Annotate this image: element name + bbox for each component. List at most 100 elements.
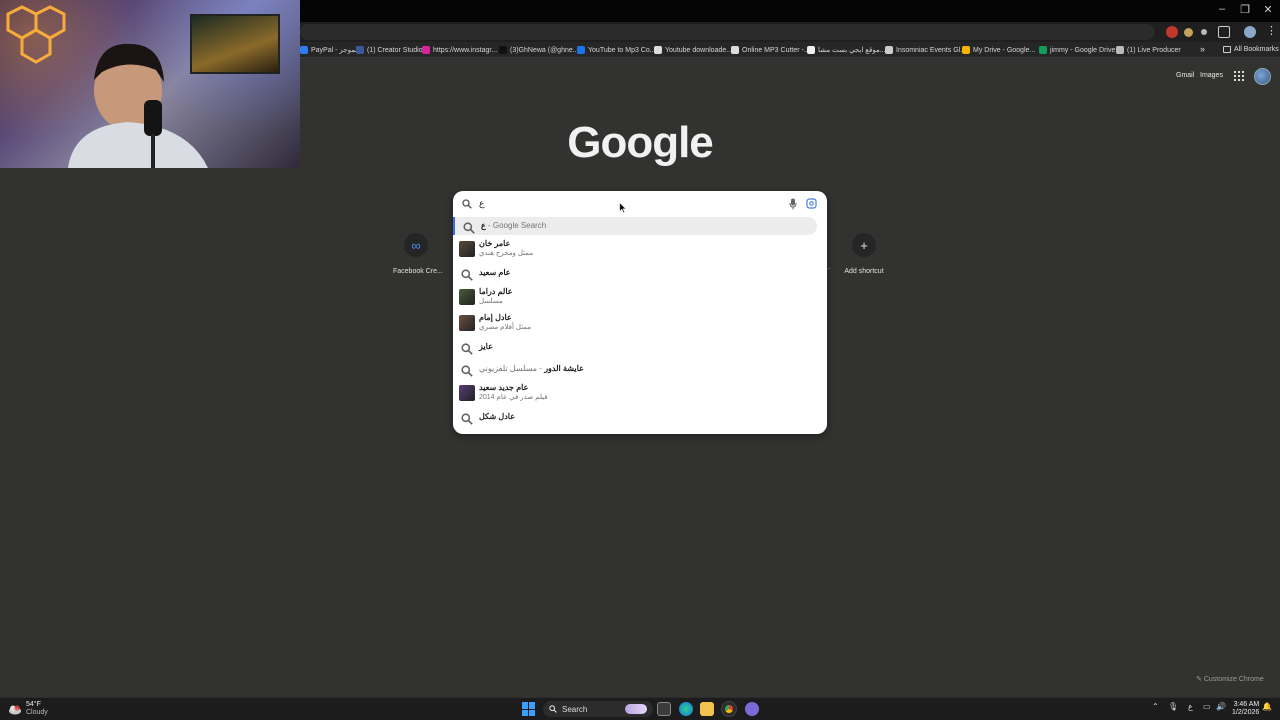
suggestion-descriptor: - مسلسل تلفزيوني xyxy=(479,364,545,373)
search-icon xyxy=(461,268,473,281)
discord-icon[interactable] xyxy=(745,702,759,716)
bookmark-item[interactable]: YouTube to Mp3 Co... xyxy=(577,44,656,56)
suggestion-title: عام جديد سعيد xyxy=(479,383,529,392)
volume-icon[interactable]: 🔊 xyxy=(1216,702,1226,711)
notification-bell-icon[interactable]: 🔔 xyxy=(1262,702,1272,711)
all-bookmarks-label: All Bookmarks xyxy=(1234,46,1279,53)
search-icon xyxy=(549,705,557,713)
extension-red-icon[interactable] xyxy=(1166,26,1178,38)
clock-date: 1/2/2026 xyxy=(1232,709,1260,716)
bookmark-favicon-icon xyxy=(577,46,585,54)
restore-button[interactable]: ❐ xyxy=(1234,3,1256,16)
bookmark-label: https://www.instagr... xyxy=(433,46,498,54)
extension-icon[interactable] xyxy=(1184,28,1193,37)
suggestion-item[interactable]: عامر خان ممثل ومخرج هندي xyxy=(453,237,827,261)
shortcut-facebook-creator[interactable]: ∞ Facebook Cre... xyxy=(393,233,443,275)
add-shortcut-button[interactable]: + Add shortcut xyxy=(843,233,885,275)
bookmark-item[interactable]: (1) Live Producer xyxy=(1116,44,1181,56)
search-icon xyxy=(461,342,473,355)
search-input[interactable]: ع xyxy=(479,198,484,209)
add-shortcut-label: Add shortcut xyxy=(844,268,884,275)
bookmarks-overflow-icon[interactable]: » xyxy=(1200,44,1205,54)
bookmark-label: PayPal - الموجز xyxy=(311,47,360,54)
bookmark-favicon-icon xyxy=(300,46,308,54)
clock[interactable]: 3:46 AM 1/2/2026 xyxy=(1232,701,1259,717)
bookmark-item[interactable]: PayPal - الموجز xyxy=(300,44,359,56)
bookmark-label: موقع ايجي بست مشا... xyxy=(818,47,886,54)
microphone-icon[interactable] xyxy=(789,198,797,210)
suggestion-item[interactable]: ع - Google Search xyxy=(453,217,817,235)
task-view-icon[interactable] xyxy=(657,702,671,716)
extensions-puzzle-icon[interactable] xyxy=(1218,26,1230,38)
windows-start-icon[interactable] xyxy=(522,702,536,716)
suggestion-text: عايشة الدور xyxy=(544,364,584,373)
bookmark-favicon-icon xyxy=(499,46,507,54)
images-link[interactable]: Images xyxy=(1200,72,1223,79)
suggestion-item[interactable]: عايز xyxy=(453,337,827,357)
bookmark-label: (1) Creator Studio xyxy=(367,46,423,54)
gmail-link[interactable]: Gmail xyxy=(1176,72,1194,79)
lens-icon[interactable] xyxy=(806,198,817,209)
close-window-button[interactable]: ✕ xyxy=(1257,3,1279,16)
search-icon xyxy=(462,199,472,209)
bookmark-label: (3)GhNewa (@ghne... xyxy=(510,46,579,54)
input-language[interactable]: ع xyxy=(1188,702,1193,711)
address-bar[interactable] xyxy=(300,24,1155,40)
meta-icon: ∞ xyxy=(404,233,428,257)
taskbar-search[interactable]: Search xyxy=(543,701,653,717)
customize-chrome-button[interactable]: ✎ Customize Chrome xyxy=(1196,675,1268,687)
suggestion-item[interactable]: عايشة الدور - مسلسل تلفزيوني xyxy=(453,359,827,379)
suggestion-item[interactable]: عام جديد سعيد فيلم صدر في عام 2014 xyxy=(453,381,827,405)
network-icon[interactable]: ▭ xyxy=(1203,702,1211,711)
bookmark-favicon-icon xyxy=(1039,46,1047,54)
file-explorer-icon[interactable] xyxy=(700,702,714,716)
bookmark-label: YouTube to Mp3 Co... xyxy=(588,46,656,54)
menu-kebab-icon[interactable]: ⋮ xyxy=(1266,24,1277,37)
search-highlight-icon xyxy=(625,704,647,714)
bookmark-favicon-icon xyxy=(654,46,662,54)
minimize-button[interactable]: – xyxy=(1211,3,1233,15)
suggestion-item[interactable]: عادل شكل xyxy=(453,407,827,427)
extension-dot-icon[interactable] xyxy=(1201,29,1207,35)
weather-widget[interactable]: 54°F Cloudy xyxy=(8,701,48,717)
bookmark-item[interactable]: Insomniac Events Gl... xyxy=(885,44,966,56)
bookmark-label: Insomniac Events Gl... xyxy=(896,46,967,54)
taskbar-search-label: Search xyxy=(562,704,588,714)
bookmark-item[interactable]: (1) Creator Studio xyxy=(356,44,423,56)
folder-icon xyxy=(1223,46,1231,53)
all-bookmarks-button[interactable]: All Bookmarks xyxy=(1223,46,1279,53)
tray-microphone-icon[interactable]: 🎙 xyxy=(1168,702,1178,711)
suggestion-subtitle: فيلم صدر في عام 2014 xyxy=(479,394,548,401)
suggestion-title: عادل شكل xyxy=(479,412,515,421)
tray-chevron-icon[interactable]: ⌃ xyxy=(1152,702,1159,711)
chrome-icon[interactable] xyxy=(721,701,737,717)
bookmark-label: jimmy - Google Drive xyxy=(1050,46,1116,54)
account-avatar[interactable] xyxy=(1254,68,1271,85)
bookmark-item[interactable]: jimmy - Google Drive xyxy=(1039,44,1115,56)
edge-browser-icon[interactable] xyxy=(679,702,693,716)
customize-label: Customize Chrome xyxy=(1203,676,1264,683)
suggestion-subtitle: مسلسل xyxy=(479,298,503,305)
bookmark-favicon-icon xyxy=(962,46,970,54)
bookmark-item[interactable]: My Drive - Google... xyxy=(962,44,1035,56)
google-logo: Google xyxy=(567,118,714,167)
suggestion-title: عايز xyxy=(479,342,493,351)
plus-icon: + xyxy=(852,233,876,257)
streamer-person xyxy=(68,43,208,168)
bookmark-item[interactable]: Online MP3 Cutter -... xyxy=(731,44,810,56)
bookmark-item[interactable]: (3)GhNewa (@ghne... xyxy=(499,44,579,56)
suggestion-item[interactable]: عادل إمام ممثل أفلام مصري xyxy=(453,311,827,335)
bookmark-favicon-icon xyxy=(885,46,893,54)
bookmark-favicon-icon xyxy=(807,46,815,54)
bookmark-item[interactable]: Youtube downloade... xyxy=(654,44,732,56)
suggestion-subtitle: ممثل ومخرج هندي xyxy=(479,250,534,257)
suggestion-item[interactable]: عام سعيد xyxy=(453,263,827,283)
bookmark-item[interactable]: https://www.instagr... xyxy=(422,44,497,56)
cloudy-weather-icon xyxy=(9,705,21,715)
apps-grid-icon[interactable] xyxy=(1234,71,1244,81)
search-box[interactable]: ع xyxy=(453,191,827,217)
profile-icon[interactable] xyxy=(1244,26,1256,38)
suggestion-item[interactable]: عالم دراما مسلسل xyxy=(453,285,827,309)
bookmark-item[interactable]: موقع ايجي بست مشا... xyxy=(807,44,886,56)
suggestion-subtitle: ممثل أفلام مصري xyxy=(479,324,532,331)
